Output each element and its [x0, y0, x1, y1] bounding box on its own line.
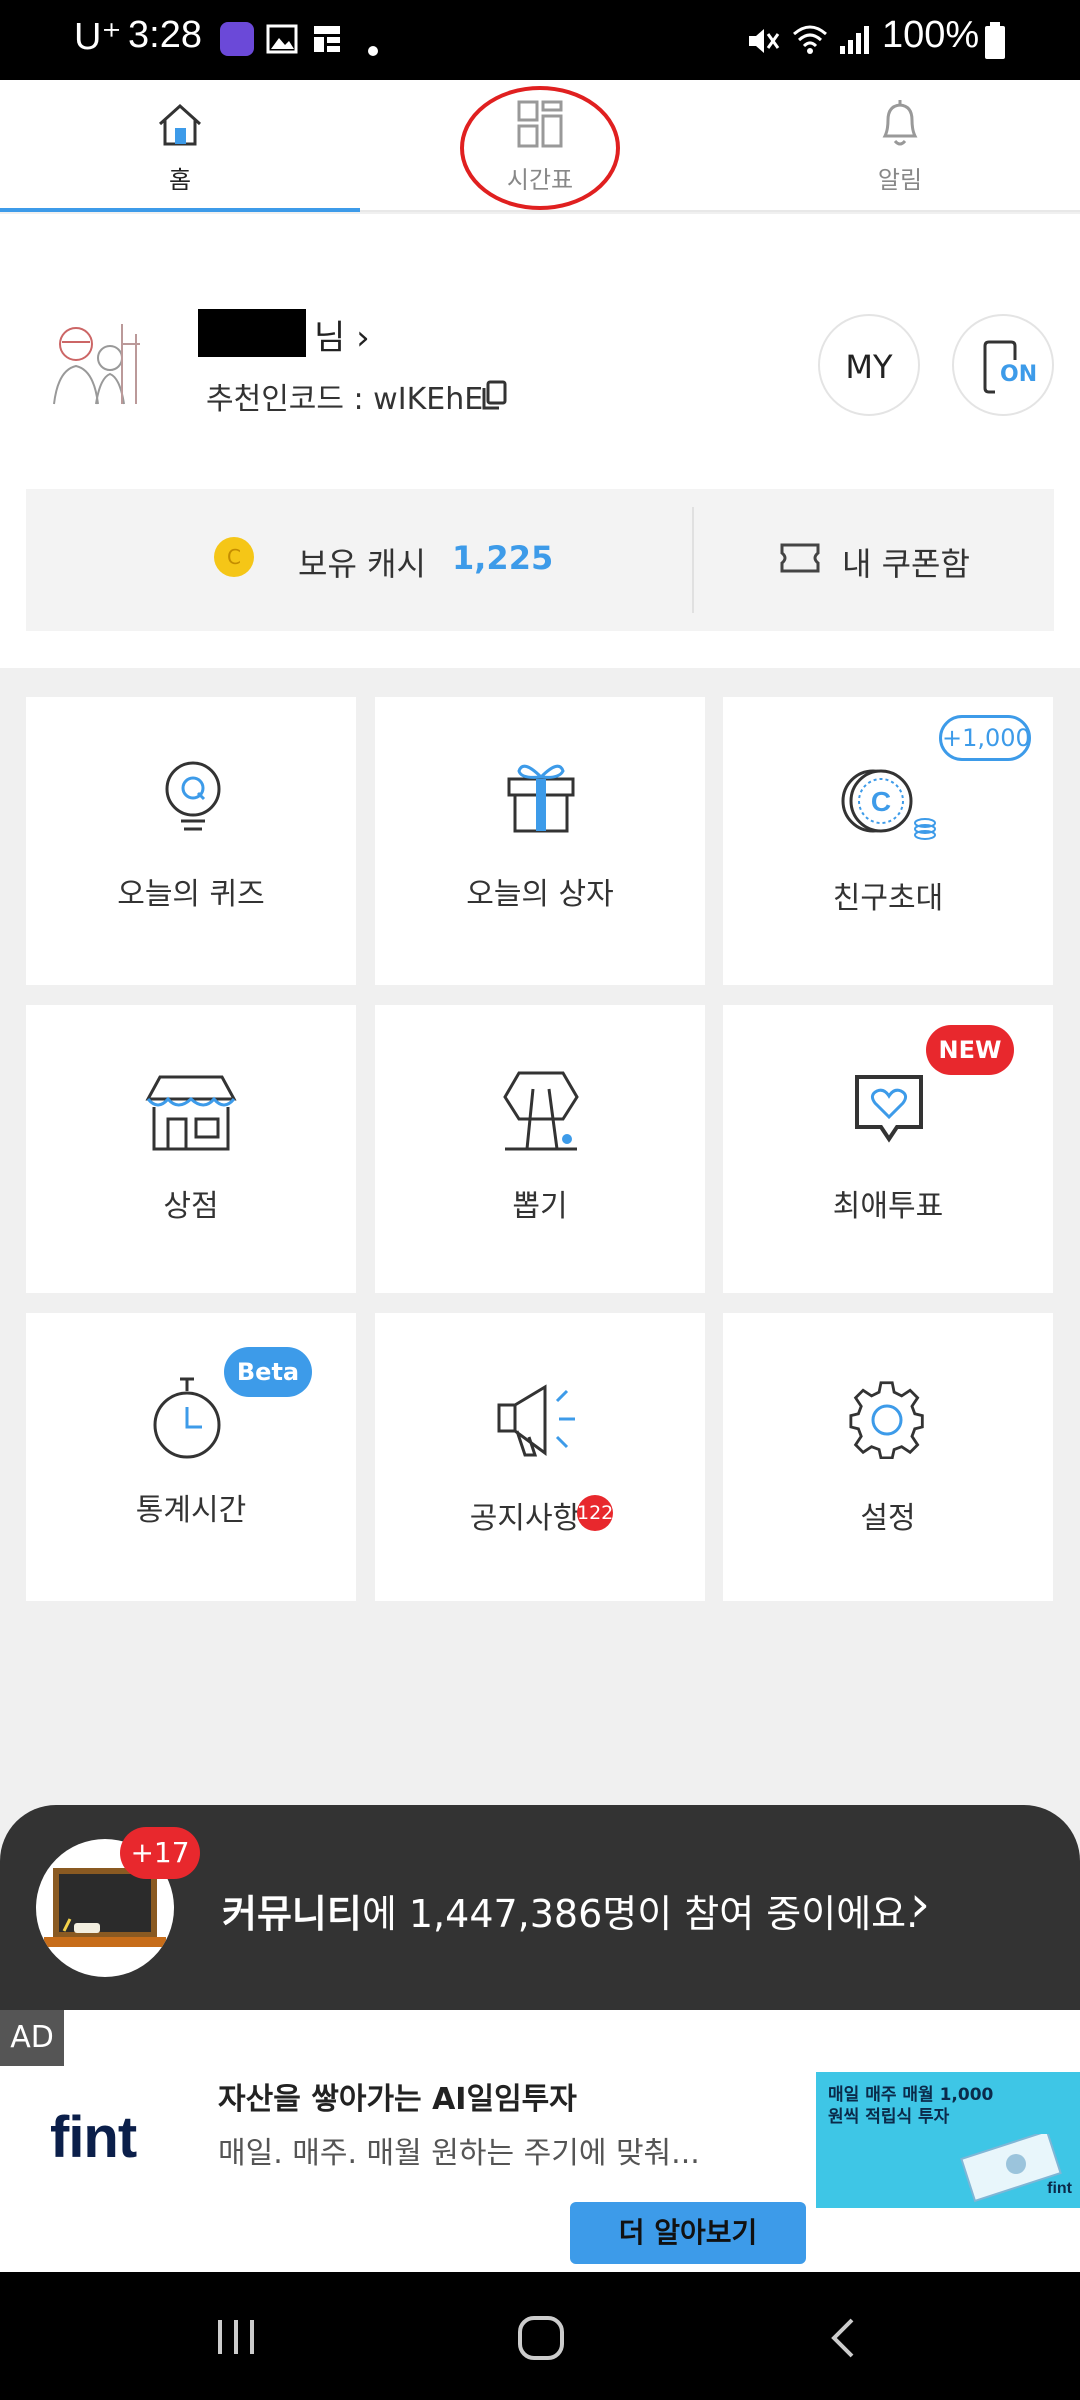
menu-card-invite[interactable]: C 친구초대 +1,000: [723, 697, 1053, 985]
cash-box: C 보유 캐시 1,225 내 쿠폰함: [26, 489, 1054, 631]
menu-card-draw[interactable]: 뽑기: [375, 1005, 705, 1293]
lock-screen-on-button[interactable]: ON: [952, 314, 1054, 416]
tab-home[interactable]: 홈: [0, 80, 360, 212]
menu-label-stats-time: 통계시간: [135, 1493, 247, 1528]
carrier-label: U⁺: [74, 16, 122, 58]
heart-vote-icon: [855, 1075, 923, 1143]
stopwatch-icon: [153, 1377, 221, 1459]
menu-label-fan-vote: 최애투표: [832, 1189, 944, 1224]
learn-more-button[interactable]: 더 알아보기: [570, 2202, 806, 2264]
menu-card-fan-vote[interactable]: 최애투표 NEW: [723, 1005, 1053, 1293]
my-button[interactable]: MY: [818, 314, 920, 416]
battery-percent: 100%: [882, 14, 980, 56]
tab-notifications-label: 알림: [877, 166, 923, 194]
menu-label-store: 상점: [163, 1189, 219, 1224]
on-label: ON: [1000, 362, 1038, 387]
fint-logo: fint: [50, 2105, 137, 2170]
menu-card-stats-time[interactable]: 통계시간 Beta: [26, 1313, 356, 1601]
menu-card-settings[interactable]: 설정: [723, 1313, 1053, 1601]
my-button-label: MY: [845, 348, 893, 386]
ad-banner[interactable]: AD fint 자산을 쌓아가는 AI일임투자 매일. 매주. 매월 원하는 주…: [0, 2010, 1080, 2272]
battery-icon: [985, 22, 1005, 59]
cash-divider: [692, 507, 694, 613]
ad-title: 자산을 쌓아가는 AI일임투자: [218, 2082, 577, 2117]
coin-stack-icon: C: [841, 769, 936, 840]
svg-text:C: C: [871, 786, 891, 817]
settings-gear-icon: [849, 1381, 924, 1459]
mute-icon: [749, 29, 780, 53]
bell-icon: [882, 100, 918, 146]
claw-machine-icon: [503, 1071, 579, 1151]
ad-image[interactable]: 매일 매주 매월 1,000원씩 적립식 투자 fint: [816, 2072, 1080, 2208]
signal-icon: [840, 26, 869, 54]
ad-image-text: 매일 매주 매월 1,000원씩 적립식 투자: [828, 2085, 994, 2127]
chalkboard-icon: [44, 1868, 166, 1947]
megaphone-icon: [497, 1384, 575, 1457]
menu-label-settings: 설정: [860, 1501, 916, 1536]
clock: 3:28: [128, 14, 202, 56]
ad-image-brand: fint: [1047, 2180, 1072, 2197]
coupon-icon: [780, 543, 820, 573]
community-banner[interactable]: +17 커뮤니티에 1,447,386명이 참여 중이에요. ›: [0, 1805, 1080, 2010]
home-icon: [158, 103, 202, 146]
tab-home-label: 홈: [168, 166, 192, 194]
coin-icon: C: [214, 537, 254, 577]
avatar[interactable]: [40, 304, 150, 414]
profile-section: 님 › 추천인코드 : wIKEhE MY ON C 보유 캐시 1,225 내…: [0, 214, 1080, 668]
quiz-bulb-icon: [165, 761, 221, 831]
copy-icon[interactable]: [480, 380, 508, 412]
new-badge: NEW: [926, 1025, 1014, 1075]
menu-card-quiz[interactable]: 오늘의 퀴즈: [26, 697, 356, 985]
dot-indicator: [368, 46, 378, 56]
ad-tag: AD: [0, 2010, 64, 2066]
menu-label-notices: 공지사항: [469, 1501, 581, 1536]
invite-reward-badge: +1,000: [939, 715, 1031, 761]
username-suffix[interactable]: 님 ›: [314, 310, 370, 359]
menu-label-quiz: 오늘의 퀴즈: [117, 877, 265, 912]
gift-box-icon: [507, 764, 575, 833]
notice-count-badge: 122: [577, 1495, 613, 1531]
menu-card-store[interactable]: 상점: [26, 1005, 356, 1293]
tab-notifications[interactable]: 알림: [720, 80, 1080, 212]
cash-label[interactable]: 보유 캐시: [298, 539, 426, 585]
coupon-box-link[interactable]: 내 쿠폰함: [842, 539, 970, 585]
back-icon[interactable]: [826, 2314, 860, 2362]
community-participants-text: 커뮤니티에 1,447,386명이 참여 중이에요.: [222, 1892, 919, 1936]
menu-label-draw: 뽑기: [512, 1189, 568, 1224]
wifi-icon: [793, 25, 827, 54]
chevron-right-icon: ›: [910, 1875, 930, 1933]
recent-apps-icon[interactable]: [214, 2316, 260, 2358]
app-notification-icon: [220, 22, 254, 56]
gallery-icon: [266, 24, 298, 54]
community-new-count-badge: +17: [120, 1827, 200, 1879]
menu-label-daily-box: 오늘의 상자: [466, 877, 614, 912]
menu-card-notices[interactable]: 공지사항 122: [375, 1313, 705, 1601]
active-tab-indicator: [0, 208, 360, 212]
menu-label-invite: 친구초대: [832, 881, 944, 916]
recommend-code: 추천인코드 : wIKEhE: [206, 382, 484, 417]
beta-badge: Beta: [224, 1347, 312, 1397]
cash-value[interactable]: 1,225: [452, 539, 553, 577]
widget-icon: [314, 26, 340, 52]
menu-card-daily-box[interactable]: 오늘의 상자: [375, 697, 705, 985]
status-bar: U⁺ 3:28 100%: [0, 0, 1080, 80]
home-button-icon[interactable]: [516, 2314, 566, 2362]
redacted-username: [198, 309, 306, 357]
ad-description: 매일. 매주. 매월 원하는 주기에 맞춰...: [218, 2136, 700, 2171]
system-nav-bar: [0, 2272, 1080, 2400]
store-icon: [145, 1075, 237, 1151]
